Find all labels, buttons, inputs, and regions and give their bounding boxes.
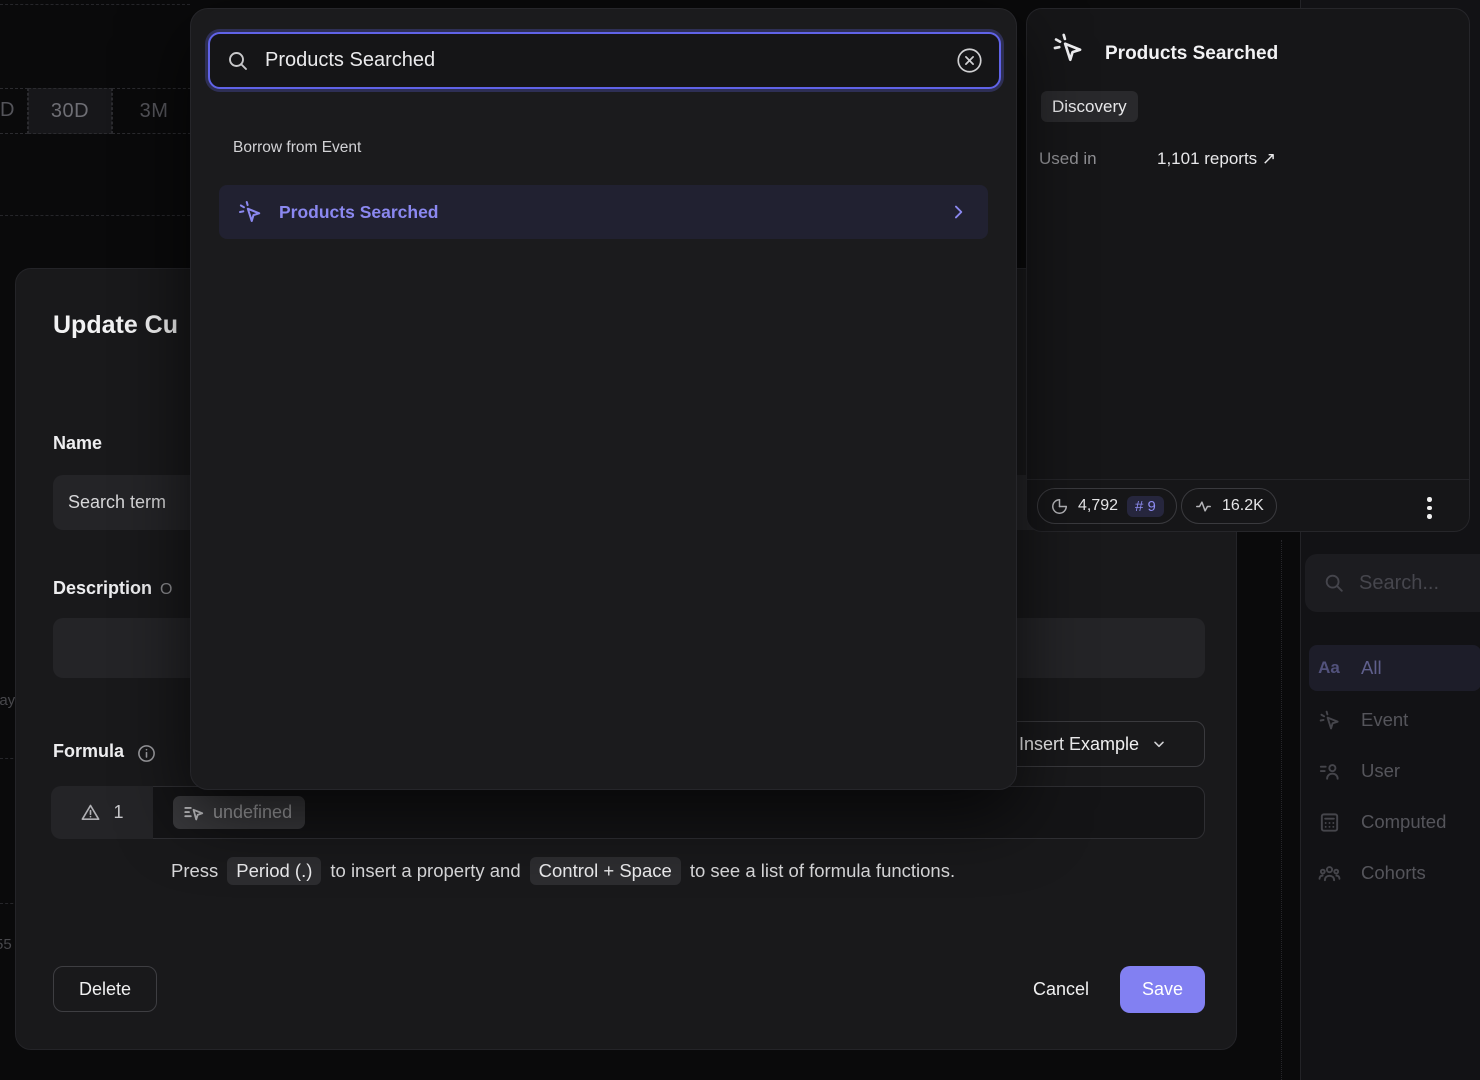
app-root: D 30D 3M lay 55 Aa All Event: [0, 0, 1480, 1080]
search-box[interactable]: [208, 32, 1001, 89]
formula-help-text: Press Period (.) to insert a property an…: [171, 857, 955, 885]
name-label: Name: [53, 433, 102, 454]
undefined-property-chip[interactable]: undefined: [173, 796, 305, 829]
result-label: Products Searched: [279, 202, 932, 223]
description-label: Description: [53, 578, 152, 599]
time-range-fragment: D: [0, 99, 14, 122]
help-text: to see a list of formula functions.: [690, 860, 955, 882]
period-key-chip: Period (.): [227, 857, 321, 885]
clear-search-icon[interactable]: [956, 47, 983, 74]
formula-input[interactable]: undefined: [153, 786, 1205, 839]
control-space-key-chip: Control + Space: [530, 857, 681, 885]
sidebar-item-user[interactable]: User: [1309, 748, 1480, 794]
sidebar-item-label: Computed: [1361, 811, 1446, 833]
cohorts-icon: [1317, 862, 1341, 885]
sidebar-item-event[interactable]: Event: [1309, 697, 1480, 743]
sidebar-item-label: Event: [1361, 709, 1408, 731]
used-in-reports-link[interactable]: 1,101 reports ↗: [1157, 149, 1276, 169]
sidebar-item-cohorts[interactable]: Cohorts: [1309, 850, 1480, 896]
bg-dotted-line: [1281, 540, 1282, 1080]
bg-text-fragment: lay: [0, 692, 15, 709]
event-volume: 16.2K: [1222, 497, 1264, 515]
search-icon: [226, 49, 250, 73]
sidebar-item-computed[interactable]: Computed: [1309, 799, 1480, 845]
sidebar-item-label: User: [1361, 760, 1400, 782]
sidebar-item-label: All: [1361, 657, 1382, 679]
modal-title: Update Cu: [53, 311, 178, 340]
sidebar-search-box[interactable]: [1305, 554, 1480, 612]
event-icon: [1317, 709, 1341, 732]
activity-icon: [1194, 497, 1213, 516]
divider: [1027, 479, 1469, 480]
calculator-icon: [1317, 811, 1341, 834]
time-range-button-3m[interactable]: 3M: [112, 88, 196, 134]
event-search-overlay: Borrow from Event Products Searched: [190, 8, 1017, 790]
help-text: Press: [171, 860, 218, 882]
formula-bar: 1 undefined: [51, 786, 1205, 839]
bg-dashed-line: [0, 215, 190, 216]
sidebar-item-all[interactable]: Aa All: [1309, 645, 1480, 691]
more-options-button[interactable]: [1427, 497, 1432, 519]
search-icon: [1323, 572, 1345, 594]
pie-chart-icon: [1050, 497, 1069, 516]
custom-event-icon: [183, 802, 205, 824]
time-range-button-30d[interactable]: 30D: [28, 88, 112, 134]
bg-text-fragment: 55: [0, 936, 12, 953]
text-type-icon: Aa: [1317, 658, 1341, 678]
event-volume-pill[interactable]: 16.2K: [1181, 488, 1277, 524]
save-button[interactable]: Save: [1120, 966, 1205, 1013]
search-result-products-searched[interactable]: Products Searched: [219, 185, 988, 239]
section-header: Borrow from Event: [233, 139, 361, 157]
cancel-button[interactable]: Cancel: [1018, 966, 1104, 1012]
sidebar-search-input[interactable]: [1359, 572, 1469, 595]
undefined-chip-label: undefined: [213, 802, 292, 823]
used-in-label: Used in: [1039, 149, 1097, 169]
event-icon: [237, 199, 263, 225]
description-optional-fragment: O: [160, 581, 172, 599]
formula-error-badge[interactable]: 1: [51, 786, 153, 839]
event-count: 4,792: [1078, 497, 1118, 515]
event-title: Products Searched: [1105, 43, 1278, 65]
insert-example-label: Insert Example: [1019, 734, 1139, 755]
warning-icon: [80, 802, 101, 823]
event-rank-chip: # 9: [1127, 496, 1164, 517]
sidebar-item-label: Cohorts: [1361, 862, 1426, 884]
event-count-pill[interactable]: 4,792 # 9: [1037, 488, 1177, 524]
event-icon: [1051, 31, 1085, 65]
category-badge: Discovery: [1041, 91, 1138, 122]
bg-dashed-line: [0, 4, 190, 5]
event-detail-card: Products Searched Discovery Used in 1,10…: [1026, 8, 1470, 532]
chevron-right-icon: [948, 202, 968, 222]
user-icon: [1317, 760, 1341, 783]
help-text: to insert a property and: [330, 860, 520, 882]
formula-error-count: 1: [113, 802, 123, 823]
chevron-down-icon: [1151, 736, 1167, 752]
formula-label: Formula: [53, 741, 124, 762]
search-input[interactable]: [265, 49, 941, 72]
delete-button[interactable]: Delete: [53, 966, 157, 1012]
info-icon[interactable]: [136, 743, 157, 764]
